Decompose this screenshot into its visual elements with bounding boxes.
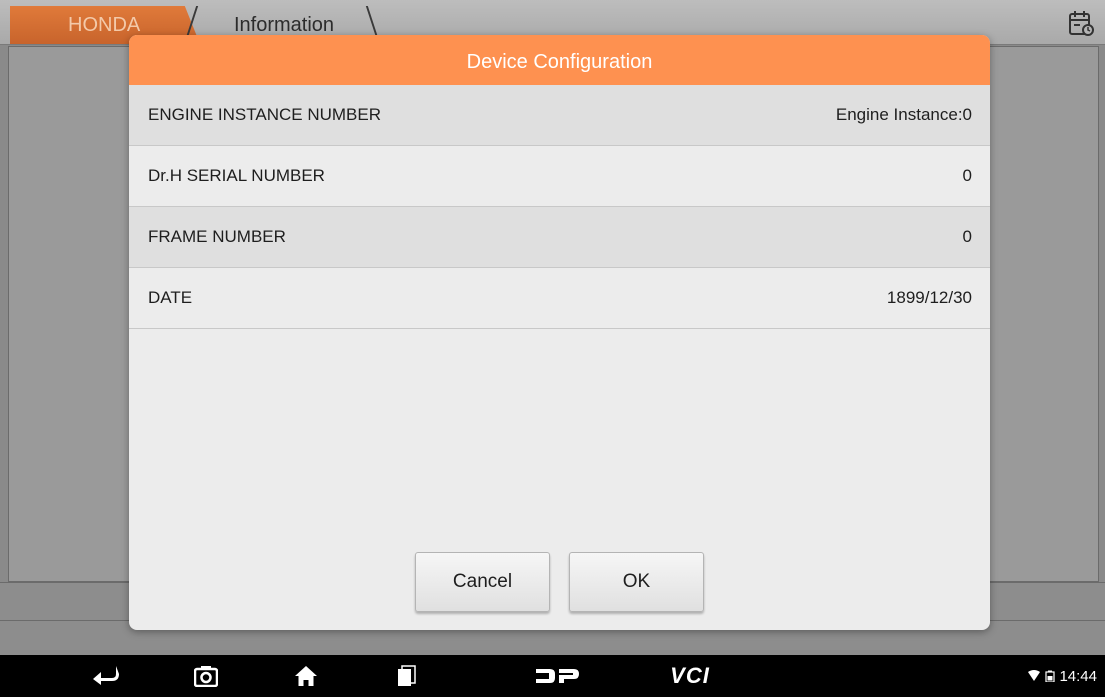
battery-icon (1045, 670, 1056, 682)
config-row-frame-number[interactable]: FRAME NUMBER 0 (129, 207, 990, 268)
dialog-title: Device Configuration (129, 35, 990, 85)
row-label: Dr.H SERIAL NUMBER (148, 166, 325, 185)
back-icon[interactable] (86, 655, 126, 697)
config-list: ENGINE INSTANCE NUMBER Engine Instance:0… (129, 85, 990, 329)
cancel-button[interactable]: Cancel (415, 552, 550, 612)
row-label: FRAME NUMBER (148, 227, 286, 246)
clock-time: 14:44 (1059, 667, 1097, 685)
wifi-icon (1028, 670, 1041, 681)
recent-apps-icon[interactable] (386, 655, 426, 697)
row-label: DATE (148, 288, 193, 307)
dp-logo-icon[interactable] (527, 655, 587, 697)
row-value: 0 (962, 227, 972, 246)
vci-button[interactable]: VCI (660, 655, 720, 697)
status-area: 14:44 (1027, 655, 1097, 697)
home-icon[interactable] (286, 655, 326, 697)
config-row-engine-instance[interactable]: ENGINE INSTANCE NUMBER Engine Instance:0 (129, 85, 990, 146)
row-value: 1899/12/30 (886, 288, 972, 307)
row-label: ENGINE INSTANCE NUMBER (148, 105, 381, 124)
row-value: Engine Instance:0 (835, 105, 972, 124)
vci-label: VCI (670, 663, 710, 688)
camera-icon[interactable] (186, 655, 226, 697)
device-configuration-dialog: Device Configuration ENGINE INSTANCE NUM… (129, 35, 990, 630)
row-value: 0 (962, 166, 972, 185)
system-nav-bar: VCI 14:44 (0, 655, 1105, 697)
config-row-serial-number[interactable]: Dr.H SERIAL NUMBER 0 (129, 146, 990, 207)
ok-button[interactable]: OK (569, 552, 704, 612)
config-row-date[interactable]: DATE 1899/12/30 (129, 268, 990, 329)
calendar-clock-icon[interactable] (1068, 9, 1094, 37)
